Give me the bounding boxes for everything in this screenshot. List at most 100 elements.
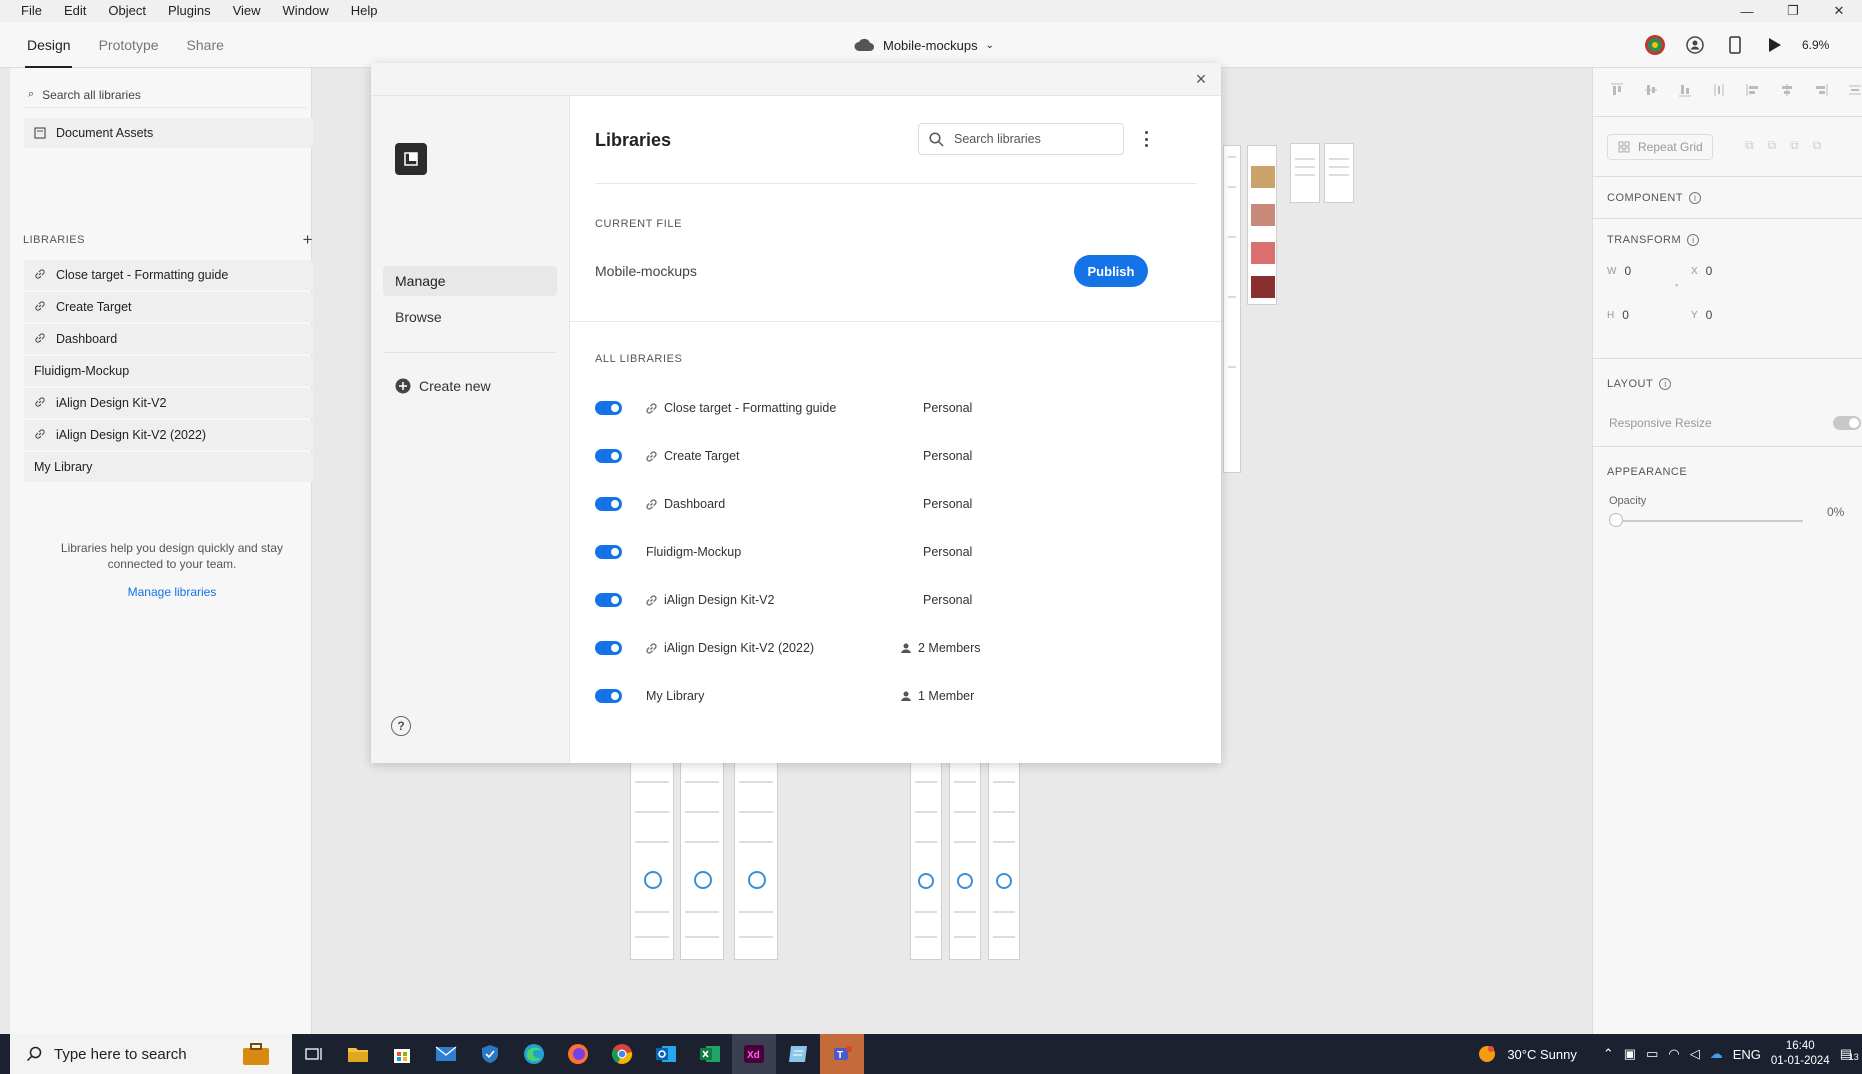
user-avatar-icon[interactable] (1642, 32, 1668, 58)
library-item[interactable]: Close target - Formatting guide (24, 260, 314, 290)
firefox-icon[interactable] (556, 1034, 600, 1074)
artboard-thumbnail[interactable] (680, 760, 724, 960)
artboard-thumbnail[interactable] (1223, 145, 1241, 473)
chevron-up-icon[interactable]: ⌃ (1603, 1046, 1614, 1062)
add-library-icon[interactable]: + (303, 230, 313, 250)
menu-view[interactable]: View (222, 0, 272, 22)
library-name[interactable]: Create Target (664, 449, 964, 463)
library-toggle[interactable] (595, 593, 622, 607)
info-icon[interactable]: i (1689, 192, 1701, 204)
menu-help[interactable]: Help (340, 0, 389, 22)
artboard-thumbnail[interactable] (988, 760, 1020, 960)
align-middle-icon[interactable] (1641, 80, 1661, 100)
wifi-icon[interactable]: ◠ (1668, 1046, 1679, 1062)
library-item[interactable]: iAlign Design Kit-V2 (2022) (24, 420, 314, 450)
info-icon[interactable]: i (1659, 378, 1672, 390)
y-field[interactable]: Y0 (1691, 308, 1712, 322)
nav-manage[interactable]: Manage (383, 266, 557, 296)
library-item[interactable]: Dashboard (24, 324, 314, 354)
help-icon[interactable]: ? (391, 716, 411, 736)
zoom-level[interactable]: 6.9% (1802, 38, 1842, 52)
library-item[interactable]: Fluidigm-Mockup (24, 356, 314, 386)
onedrive-cloud-icon[interactable]: ☁ (1710, 1046, 1723, 1062)
taskbar-search[interactable]: Type here to search (10, 1034, 220, 1074)
nav-browse[interactable]: Browse (383, 302, 557, 332)
menu-plugins[interactable]: Plugins (157, 0, 222, 22)
boolean-intersect-icon[interactable]: ⧉ (1790, 138, 1799, 153)
library-search-input[interactable]: Search all libraries (42, 88, 141, 102)
artboard-thumbnail[interactable] (734, 760, 778, 960)
language-indicator[interactable]: ENG (1733, 1047, 1761, 1062)
y-value[interactable]: 0 (1706, 308, 1713, 322)
artboard-thumbnail[interactable] (1247, 145, 1277, 305)
restore-icon[interactable]: ❐ (1770, 0, 1816, 22)
width-field[interactable]: W0 (1607, 264, 1631, 278)
battery-icon[interactable]: ▭ (1646, 1046, 1658, 1062)
x-field[interactable]: X0 (1691, 264, 1712, 278)
align-top-icon[interactable] (1607, 80, 1627, 100)
boolean-exclude-icon[interactable]: ⧉ (1813, 138, 1822, 153)
publish-button[interactable]: Publish (1074, 255, 1148, 287)
info-icon[interactable]: i (1687, 234, 1700, 246)
opacity-slider-handle[interactable] (1609, 513, 1623, 527)
taskbar-search-input[interactable]: Type here to search (54, 1046, 187, 1063)
repeat-grid-button[interactable]: Repeat Grid (1607, 134, 1713, 160)
library-name[interactable]: iAlign Design Kit-V2 (664, 593, 964, 607)
chrome-icon[interactable] (600, 1034, 644, 1074)
library-toggle[interactable] (595, 545, 622, 559)
library-item[interactable]: My Library (24, 452, 314, 482)
library-search[interactable]: ⌕ Search all libraries (24, 82, 306, 108)
library-toggle[interactable] (595, 689, 622, 703)
play-icon[interactable] (1762, 32, 1788, 58)
responsive-resize-toggle[interactable] (1833, 416, 1861, 430)
tab-prototype[interactable]: Prototype (85, 22, 173, 68)
excel-icon[interactable] (688, 1034, 732, 1074)
distribute-horizontal-icon[interactable] (1845, 80, 1862, 100)
libraries-search-field[interactable]: Search libraries (918, 123, 1124, 155)
adobe-xd-icon[interactable]: Xd (732, 1034, 776, 1074)
edge-browser-icon[interactable] (512, 1034, 556, 1074)
device-preview-icon[interactable] (1722, 32, 1748, 58)
volume-icon[interactable]: ◁ (1690, 1046, 1700, 1062)
task-view-icon[interactable] (292, 1034, 336, 1074)
height-field[interactable]: H0 (1607, 308, 1629, 322)
artboard-thumbnail[interactable] (1324, 143, 1354, 203)
menu-object[interactable]: Object (97, 0, 157, 22)
align-right-icon[interactable] (1811, 80, 1831, 100)
teams-icon[interactable]: T (820, 1034, 864, 1074)
display-icon[interactable]: ▣ (1624, 1046, 1636, 1062)
library-name[interactable]: Dashboard (664, 497, 964, 511)
library-toggle[interactable] (595, 449, 622, 463)
library-toggle[interactable] (595, 401, 622, 415)
menu-file[interactable]: File (0, 0, 53, 22)
library-item[interactable]: iAlign Design Kit-V2 (24, 388, 314, 418)
tab-share[interactable]: Share (173, 22, 238, 68)
library-toggle[interactable] (595, 497, 622, 511)
width-value[interactable]: 0 (1624, 264, 1631, 278)
library-toggle[interactable] (595, 641, 622, 655)
boolean-subtract-icon[interactable]: ⧉ (1768, 138, 1777, 153)
tab-design[interactable]: Design (0, 22, 85, 68)
vpn-shield-icon[interactable] (468, 1034, 512, 1074)
close-window-icon[interactable]: ✕ (1816, 0, 1862, 22)
align-left-icon[interactable] (1743, 80, 1763, 100)
file-explorer-icon[interactable] (336, 1034, 380, 1074)
height-value[interactable]: 0 (1622, 308, 1629, 322)
close-icon[interactable]: × (1191, 69, 1211, 89)
microsoft-store-icon[interactable] (380, 1034, 424, 1074)
manage-libraries-link[interactable]: Manage libraries (40, 585, 304, 599)
minimize-icon[interactable]: — (1724, 0, 1770, 22)
library-item[interactable]: Create Target (24, 292, 314, 322)
mail-icon[interactable] (424, 1034, 468, 1074)
artboard-thumbnail[interactable] (630, 760, 674, 960)
align-center-icon[interactable] (1777, 80, 1797, 100)
library-name[interactable]: Fluidigm-Mockup (646, 545, 962, 559)
clock[interactable]: 16:40 01-01-2024 (1771, 1039, 1830, 1069)
opacity-slider-track[interactable] (1615, 520, 1803, 522)
menu-edit[interactable]: Edit (53, 0, 97, 22)
document-assets-item[interactable]: Document Assets (24, 118, 314, 148)
artboard-thumbnail[interactable] (1290, 143, 1320, 203)
outlook-icon[interactable] (644, 1034, 688, 1074)
document-title-menu[interactable]: Mobile-mockups ⌄ (853, 22, 994, 68)
library-name[interactable]: Close target - Formatting guide (664, 401, 964, 415)
